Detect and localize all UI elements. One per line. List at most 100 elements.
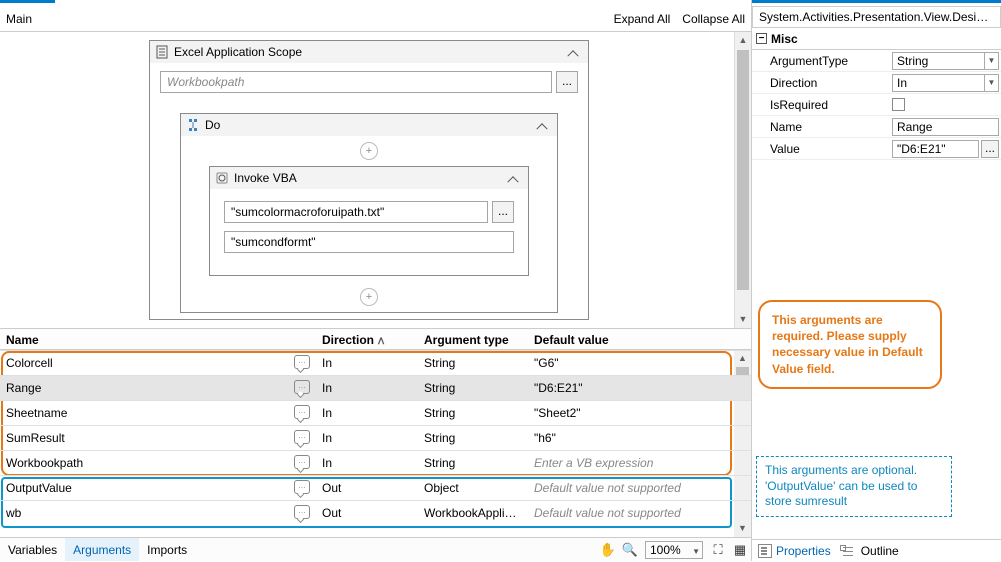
argument-default-cell[interactable]: "D6:E21" <box>528 376 751 400</box>
argument-default-cell[interactable]: "Sheet2" <box>528 401 751 425</box>
zoom-tool-button[interactable]: 🔍 <box>619 542 641 558</box>
add-activity-bottom-button[interactable]: + <box>360 288 378 306</box>
argument-default-cell[interactable]: "h6" <box>528 426 751 450</box>
annotation-icon[interactable]: … <box>294 380 310 394</box>
collapse-all-link[interactable]: Collapse All <box>676 12 751 26</box>
tab-properties[interactable]: Properties <box>752 540 837 561</box>
argument-type-cell[interactable]: String <box>418 351 528 375</box>
argument-direction-cell[interactable]: In <box>316 451 418 475</box>
collapse-button[interactable] <box>566 45 584 59</box>
category-collapse-toggle[interactable]: − <box>756 33 767 44</box>
tab-variables[interactable]: Variables <box>0 538 65 561</box>
col-name-header[interactable]: Name <box>0 329 316 349</box>
argument-name-cell[interactable]: Workbookpath… <box>0 451 316 475</box>
overview-button[interactable]: ▦ <box>729 542 751 558</box>
argument-name-cell[interactable]: wb… <box>0 501 316 525</box>
designer-breadcrumb-bar: Main Expand All Collapse All <box>0 6 751 32</box>
col-direction-header[interactable]: Directionᐱ <box>316 329 418 349</box>
annotation-icon[interactable]: … <box>294 355 310 369</box>
add-activity-top-button[interactable]: + <box>360 142 378 160</box>
prop-direction-value[interactable]: In <box>892 74 985 92</box>
argument-row[interactable]: Workbookpath…InStringEnter a VB expressi… <box>0 450 751 475</box>
argument-row[interactable]: Sheetname…InString"Sheet2" <box>0 400 751 425</box>
prop-name-value[interactable]: Range <box>892 118 999 136</box>
isrequired-checkbox[interactable] <box>892 98 905 111</box>
prop-value-value[interactable]: "D6:E21" <box>892 140 979 158</box>
argument-default-cell[interactable]: Default value not supported <box>528 501 751 525</box>
value-editor-button[interactable]: ... <box>981 140 999 158</box>
argument-type-cell[interactable]: Object <box>418 476 528 500</box>
bottom-bar: Variables Arguments Imports ✋ 🔍 100%▼ ⛶ … <box>0 537 751 561</box>
annotation-icon[interactable]: … <box>294 455 310 469</box>
dropdown-icon[interactable]: ▼ <box>985 52 999 70</box>
argument-direction-cell[interactable]: In <box>316 426 418 450</box>
argument-default-cell[interactable]: "G6" <box>528 351 751 375</box>
annotation-icon[interactable]: … <box>294 430 310 444</box>
workbookpath-input[interactable]: Workbookpath <box>160 71 552 93</box>
argument-type-cell[interactable]: String <box>418 376 528 400</box>
argument-direction-cell[interactable]: In <box>316 376 418 400</box>
prop-direction[interactable]: Direction In▼ <box>752 72 1001 94</box>
col-default-header[interactable]: Default value <box>528 329 751 349</box>
annotation-required-text: This arguments are required. Please supp… <box>758 300 942 389</box>
argument-name-cell[interactable]: Range… <box>0 376 316 400</box>
annotation-icon[interactable]: … <box>294 505 310 519</box>
arguments-grid[interactable]: ▲▼ Colorcell…InString"G6"Range…InString"… <box>0 350 751 537</box>
collapse-button[interactable] <box>535 118 553 132</box>
tab-outline[interactable]: Outline <box>837 540 905 561</box>
browse-button[interactable]: ... <box>556 71 578 93</box>
workbook-icon <box>154 44 170 60</box>
argument-direction-cell[interactable]: Out <box>316 501 418 525</box>
collapse-button[interactable] <box>506 171 524 185</box>
argument-row[interactable]: wb…OutWorkbookApplicatiDefault value not… <box>0 500 751 525</box>
sort-indicator-icon: ᐱ <box>378 336 384 346</box>
argument-type-cell[interactable]: WorkbookApplicati <box>418 501 528 525</box>
prop-isrequired[interactable]: IsRequired <box>752 94 1001 116</box>
annotation-icon[interactable]: … <box>294 480 310 494</box>
argument-default-cell[interactable]: Default value not supported <box>528 476 751 500</box>
arguments-grid-header: Name Directionᐱ Argument type Default va… <box>0 328 751 350</box>
invoke-vba-activity[interactable]: Invoke VBA "sumcolormacroforuipath.txt" … <box>209 166 529 276</box>
fit-screen-button[interactable]: ⛶ <box>707 542 729 558</box>
canvas-scrollbar[interactable]: ▲ ▼ <box>734 32 751 328</box>
prop-name[interactable]: Name Range <box>752 116 1001 138</box>
sequence-icon <box>185 117 201 133</box>
vba-file-input[interactable]: "sumcolormacroforuipath.txt" <box>224 201 488 223</box>
argument-default-cell[interactable]: Enter a VB expression <box>528 451 751 475</box>
properties-icon <box>758 544 772 558</box>
col-type-header[interactable]: Argument type <box>418 329 528 349</box>
argument-type-cell[interactable]: String <box>418 451 528 475</box>
designer-canvas[interactable]: Excel Application Scope Workbookpath ...… <box>0 32 751 328</box>
argument-name-cell[interactable]: Colorcell… <box>0 351 316 375</box>
right-panel-tabs: Properties Outline <box>752 539 1001 561</box>
argument-type-cell[interactable]: String <box>418 426 528 450</box>
prop-argumenttype[interactable]: ArgumentType String▼ <box>752 50 1001 72</box>
do-sequence-activity[interactable]: Do + Invoke VBA <box>180 113 558 313</box>
tab-imports[interactable]: Imports <box>139 538 195 561</box>
pan-tool-button[interactable]: ✋ <box>597 542 619 558</box>
dropdown-icon[interactable]: ▼ <box>985 74 999 92</box>
zoom-level-select[interactable]: 100%▼ <box>645 541 703 559</box>
argument-direction-cell[interactable]: In <box>316 351 418 375</box>
argument-direction-cell[interactable]: In <box>316 401 418 425</box>
vba-macro-input[interactable]: "sumcondformt" <box>224 231 514 253</box>
argument-row[interactable]: Range…InString"D6:E21" <box>0 375 751 400</box>
prop-argumenttype-value[interactable]: String <box>892 52 985 70</box>
argument-direction-cell[interactable]: Out <box>316 476 418 500</box>
argument-name-cell[interactable]: Sheetname… <box>0 401 316 425</box>
browse-button[interactable]: ... <box>492 201 514 223</box>
argument-row[interactable]: Colorcell…InString"G6" <box>0 350 751 375</box>
tab-arguments[interactable]: Arguments <box>65 538 139 561</box>
argument-name-cell[interactable]: OutputValue… <box>0 476 316 500</box>
argument-row[interactable]: SumResult…InString"h6" <box>0 425 751 450</box>
argument-type-cell[interactable]: String <box>418 401 528 425</box>
excel-scope-activity[interactable]: Excel Application Scope Workbookpath ...… <box>149 40 589 320</box>
annotation-icon[interactable]: … <box>294 405 310 419</box>
prop-value[interactable]: Value "D6:E21"... <box>752 138 1001 160</box>
expand-all-link[interactable]: Expand All <box>608 12 677 26</box>
activity-title: Excel Application Scope <box>174 45 566 59</box>
breadcrumb[interactable]: Main <box>0 12 32 26</box>
argument-name-cell[interactable]: SumResult… <box>0 426 316 450</box>
argument-row[interactable]: OutputValue…OutObjectDefault value not s… <box>0 475 751 500</box>
properties-category[interactable]: − Misc <box>752 28 1001 50</box>
